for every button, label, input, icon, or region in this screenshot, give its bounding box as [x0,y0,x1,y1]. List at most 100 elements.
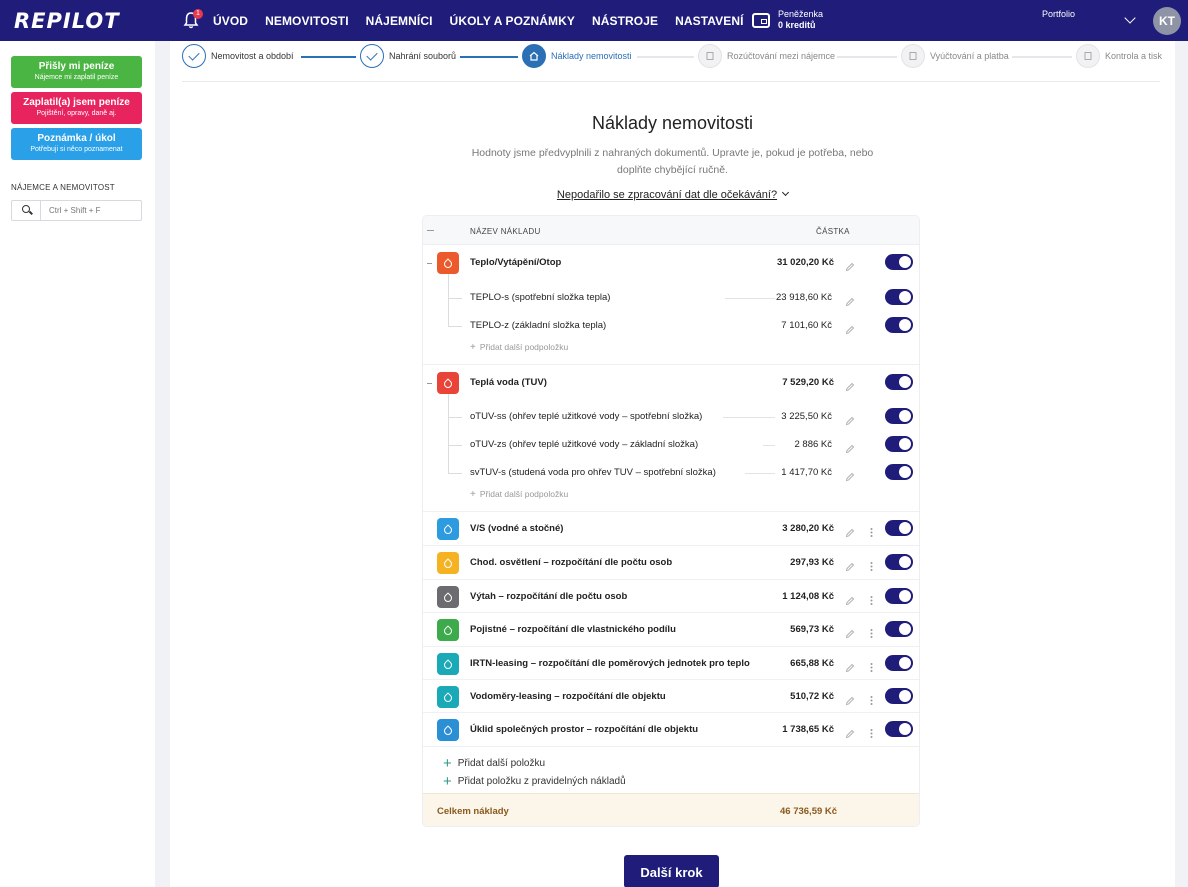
table-row: V/S (vodné a stočné) 3 280,20 Kč [423,511,919,545]
pencil-icon[interactable] [845,413,855,426]
paid-money-button[interactable]: Zaplatil(a) jsem peníze Pojištění, oprav… [11,92,142,124]
pencil-icon[interactable] [845,726,855,739]
enable-toggle[interactable] [885,688,913,704]
tree-branch [448,326,462,327]
check-icon [182,44,206,68]
pencil-icon[interactable] [845,559,855,572]
wallet-label: Peněženka [778,9,824,19]
search-input[interactable] [41,206,136,215]
step-label: Nemovitost a období [211,51,294,61]
pencil-icon[interactable] [845,626,855,639]
step-1[interactable]: Nemovitost a období [182,44,294,68]
issue-link[interactable]: Nepodařilo se zpracování dat dle očekává… [170,188,1175,201]
received-money-button[interactable]: Přišly mi peníze Nájemce mi zaplatil pen… [11,56,142,88]
more-icon[interactable] [870,660,873,672]
step-3[interactable]: Náklady nemovitosti [522,44,632,68]
enable-toggle[interactable] [885,554,913,570]
avatar[interactable]: KT [1153,7,1181,35]
enable-toggle[interactable] [885,464,913,480]
step-2[interactable]: Nahrání souborů [360,44,456,68]
sub-row-name: oTUV-zs (ohřev teplé užitkové vody – zák… [470,439,699,450]
pencil-icon[interactable] [845,259,855,272]
enable-toggle[interactable] [885,655,913,671]
page-description: Hodnoty jsme předvyplnili z nahraných do… [471,147,874,176]
more-icon[interactable] [870,693,873,705]
sub-row-name: oTUV-ss (ohřev teplé užitkové vody – spo… [470,411,703,422]
pencil-icon[interactable] [845,525,855,538]
pencil-icon[interactable] [845,660,855,673]
table-header: NÁZEV NÁKLADU ČÁSTKA [423,216,919,245]
step-label: Kontrola a tisk [1105,51,1163,61]
more-icon[interactable] [870,593,873,605]
row-name: Chod. osvětlení – rozpočítání dle počtu … [470,557,673,568]
enable-toggle[interactable] [885,436,913,452]
more-icon[interactable] [870,626,873,638]
nav-uvod[interactable]: ÚVOD [213,14,248,28]
table-row: Výtah – rozpočítání dle počtu osob 1 124,… [423,579,919,612]
nav-nemovitosti[interactable]: NEMOVITOSTI [265,14,349,28]
row-amount: 1 124,08 Kč [782,591,834,602]
step-4[interactable]: Rozúčtování mezi nájemce [698,44,835,68]
add-subitem-button[interactable]: Přidat další podpoložku [470,489,568,500]
enable-toggle[interactable] [885,520,913,536]
main-nav: ÚVOD NEMOVITOSTI NÁJEMNÍCI ÚKOLY A POZNÁ… [213,0,761,41]
search-icon [12,201,41,220]
wallet[interactable]: Peněženka 0 kreditů [752,9,823,31]
row-name: Pojistné – rozpočítání dle vlastnického … [470,624,676,635]
enable-toggle[interactable] [885,621,913,637]
row-name: V/S (vodné a stočné) [470,523,564,534]
nav-nastroje[interactable]: NÁSTROJE [592,14,658,28]
check-icon [360,44,384,68]
add-subitem-button[interactable]: Přidat další podpoložku [470,342,568,353]
tree-branch [448,298,462,299]
step-connector [637,56,694,58]
table-row: Teplo/Vytápění/Otop 31 020,20 Kč [423,246,919,280]
step-5[interactable]: Vyúčtování a platba [901,44,1009,68]
collapse-icon[interactable] [427,383,432,384]
enable-toggle[interactable] [885,254,913,270]
more-icon[interactable] [870,559,873,571]
step-icon [698,44,722,68]
pencil-icon[interactable] [845,294,855,307]
tree-branch [448,417,462,418]
drop-icon [437,372,459,394]
step-label: Náklady nemovitosti [551,51,632,61]
enable-toggle[interactable] [885,289,913,305]
chevron-down-icon [782,188,790,197]
enable-toggle[interactable] [885,374,913,390]
leader-line [725,298,775,299]
wallet-icon [752,12,770,28]
nav-ukoly[interactable]: ÚKOLY A POZNÁMKY [450,14,575,28]
top-navbar: REPILOT 1 ÚVOD NEMOVITOSTI NÁJEMNÍCI ÚKO… [0,0,1188,41]
col-amount-header: ČÁSTKA [816,227,850,236]
step-6[interactable]: Kontrola a tisk [1076,44,1162,68]
enable-toggle[interactable] [885,408,913,424]
wallet-value: 0 kreditů [778,20,816,30]
drop-icon [437,619,459,641]
sub-row-amount: 2 886 Kč [794,439,833,450]
pencil-icon[interactable] [845,469,855,482]
next-step-button[interactable]: Další krok [624,855,719,887]
nav-najemnici[interactable]: NÁJEMNÍCI [366,14,433,28]
house-icon [522,44,546,68]
note-task-button[interactable]: Poznámka / úkol Potřebuji si něco poznam… [11,128,142,160]
collapse-all-icon[interactable] [427,230,434,231]
enable-toggle[interactable] [885,317,913,333]
pencil-icon[interactable] [845,441,855,454]
pencil-icon[interactable] [845,593,855,606]
more-icon[interactable] [870,525,873,537]
pencil-icon[interactable] [845,322,855,335]
pencil-icon[interactable] [845,379,855,392]
nav-nastaveni[interactable]: NASTAVENÍ [675,14,743,28]
collapse-icon[interactable] [427,263,432,264]
add-item-button[interactable]: Přidat další položku [443,753,545,770]
chevron-down-icon[interactable] [1124,12,1136,24]
more-icon[interactable] [870,726,873,738]
pencil-icon[interactable] [845,693,855,706]
portfolio-select[interactable]: Portfolio [1042,9,1075,19]
total-label: Celkem náklady [437,806,509,817]
enable-toggle[interactable] [885,721,913,737]
add-regular-item-button[interactable]: Přidat položku z pravidelných nákladů [443,771,626,788]
enable-toggle[interactable] [885,588,913,604]
logo[interactable]: REPILOT [14,9,120,33]
